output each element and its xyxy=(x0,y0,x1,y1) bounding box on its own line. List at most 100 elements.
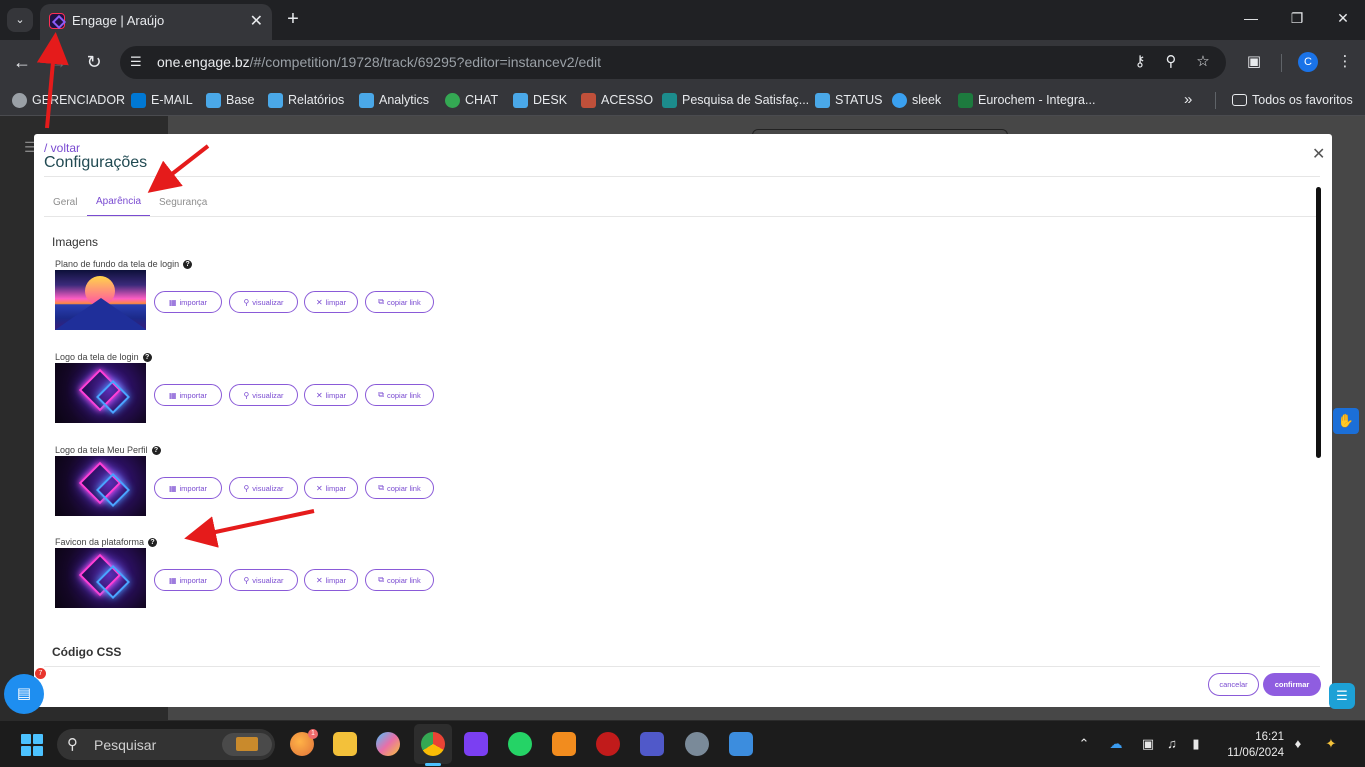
folder-open-icon: ▦ xyxy=(168,297,177,307)
more-bookmarks-icon[interactable]: » xyxy=(1184,91,1192,108)
search-icon: ⚲ xyxy=(243,390,250,400)
site-settings-icon[interactable]: ☰ xyxy=(130,54,142,70)
teams-icon[interactable] xyxy=(640,732,664,756)
copy-link-button[interactable]: ⧉ copiar link xyxy=(365,384,434,406)
stack-icon xyxy=(359,92,374,108)
help-icon[interactable]: ? xyxy=(151,445,161,455)
copilot-icon[interactable]: ✦ xyxy=(1322,736,1340,752)
copy-link-button-label: copiar link xyxy=(386,575,421,585)
tab-title: Engage | Araújo xyxy=(72,13,165,28)
browser-toolbar: ← → ↻ ☰ one.engage.bz/#/competition/1972… xyxy=(0,40,1365,84)
accessibility-hand-icon[interactable]: ✋ xyxy=(1333,408,1359,434)
clear-button[interactable]: ✕ limpar xyxy=(304,291,358,313)
bookmark-label: DESK xyxy=(533,93,568,107)
tab-geral[interactable]: Geral xyxy=(53,197,77,208)
sublime-text-icon[interactable] xyxy=(552,732,576,756)
import-button[interactable]: ▦ importar xyxy=(154,569,222,591)
bookmark-item[interactable]: DESK xyxy=(513,92,567,108)
taskbar-search-box[interactable]: ⚲ Pesquisar xyxy=(57,729,275,760)
password-key-icon[interactable]: ⚷ xyxy=(1130,52,1150,70)
forward-arrow-icon[interactable]: → xyxy=(47,51,69,73)
clear-button[interactable]: ✕ limpar xyxy=(304,477,358,499)
bookmark-item[interactable]: Analytics xyxy=(359,92,429,108)
paint-icon[interactable] xyxy=(376,732,400,756)
close-window-icon[interactable]: ✕ xyxy=(1333,10,1353,27)
heart-app-icon[interactable] xyxy=(464,732,488,756)
browser-tab[interactable]: Engage | Araújo ✕ xyxy=(40,4,272,40)
volume-icon[interactable]: ♫ xyxy=(1163,736,1181,751)
import-button[interactable]: ▦ importar xyxy=(154,384,222,406)
bookmark-label: sleek xyxy=(912,93,942,107)
bookmark-item[interactable]: GERENCIADOR xyxy=(12,92,125,108)
bookmark-item[interactable]: E-MAIL xyxy=(131,92,193,108)
bookmark-item[interactable]: sleek xyxy=(892,92,941,108)
profile-avatar[interactable]: C xyxy=(1298,52,1318,72)
back-arrow-icon[interactable]: ← xyxy=(11,51,33,73)
copy-icon: ⧉ xyxy=(378,390,384,399)
help-icon[interactable]: ? xyxy=(148,537,158,547)
close-modal-icon[interactable]: ✕ xyxy=(1312,144,1325,164)
bookmark-item[interactable]: Base xyxy=(206,92,255,108)
new-tab-button[interactable]: + xyxy=(283,8,303,30)
modal-scrollbar[interactable] xyxy=(1316,187,1321,458)
system-clock[interactable]: 16:21 11/06/2024 xyxy=(1218,729,1284,761)
view-button-label: visualizar xyxy=(252,297,284,307)
notification-bell-icon[interactable]: ♦ xyxy=(1289,736,1307,751)
copy-link-button[interactable]: ⧉ copiar link xyxy=(365,291,434,313)
browser-menu-icon[interactable]: ⋮ xyxy=(1335,52,1355,70)
shield-app-icon[interactable] xyxy=(596,732,620,756)
file-explorer-icon[interactable] xyxy=(333,732,357,756)
clock-time: 16:21 xyxy=(1255,731,1284,743)
address-bar[interactable]: ☰ one.engage.bz/#/competition/19728/trac… xyxy=(120,46,1226,79)
reload-icon[interactable]: ↻ xyxy=(83,51,105,73)
back-link[interactable]: / voltar xyxy=(44,141,80,155)
search-icon: ⚲ xyxy=(67,736,78,753)
view-button[interactable]: ⚲ visualizar xyxy=(229,569,298,591)
copy-link-button[interactable]: ⧉ copiar link xyxy=(365,569,434,591)
clear-button[interactable]: ✕ limpar xyxy=(304,384,358,406)
bookmark-item[interactable]: Relatórios xyxy=(268,92,344,108)
tab-seguranca[interactable]: Segurança xyxy=(159,197,207,208)
extensions-puzzle-icon[interactable]: ▣ xyxy=(1244,52,1264,70)
zoom-icon[interactable]: ⚲ xyxy=(1161,52,1181,70)
whatsapp-icon[interactable] xyxy=(508,732,532,756)
stack-widget-icon[interactable]: ☰ xyxy=(1329,683,1355,709)
cancel-button[interactable]: cancelar xyxy=(1208,673,1259,696)
battery-icon[interactable]: ▮ xyxy=(1187,736,1205,752)
bookmark-star-icon[interactable]: ☆ xyxy=(1193,52,1213,70)
windows-start-icon[interactable] xyxy=(21,734,43,756)
all-bookmarks-folder[interactable]: Todos os favoritos xyxy=(1232,92,1353,108)
restore-window-icon[interactable]: ❐ xyxy=(1287,10,1307,27)
import-button[interactable]: ▦ importar xyxy=(154,477,222,499)
outlook-icon xyxy=(131,92,146,108)
help-icon[interactable]: ? xyxy=(183,259,193,269)
view-button[interactable]: ⚲ visualizar xyxy=(229,384,298,406)
chrome-icon[interactable] xyxy=(421,732,445,756)
onedrive-cloud-icon[interactable]: ☁ xyxy=(1107,736,1125,752)
bookmark-item[interactable]: Eurochem - Integra... xyxy=(958,92,1095,108)
tab-aparencia[interactable]: Aparência xyxy=(96,196,141,207)
toolbar-divider xyxy=(1281,54,1282,72)
import-button[interactable]: ▦ importar xyxy=(154,291,222,313)
copy-link-button[interactable]: ⧉ copiar link xyxy=(365,477,434,499)
minimize-window-icon[interactable]: — xyxy=(1241,10,1261,26)
clear-button[interactable]: ✕ limpar xyxy=(304,569,358,591)
bookmark-item[interactable]: ACESSO xyxy=(581,92,653,108)
view-button[interactable]: ⚲ visualizar xyxy=(229,291,298,313)
bookmark-item[interactable]: CHAT xyxy=(445,92,498,108)
image-setting-label: Logo da tela Meu Perfil? xyxy=(55,445,161,455)
help-icon[interactable]: ? xyxy=(142,352,152,362)
settings-gear-icon[interactable] xyxy=(685,732,709,756)
s3-app-icon[interactable] xyxy=(729,732,753,756)
confirm-button[interactable]: confirmar xyxy=(1263,673,1321,696)
bookmark-item[interactable]: Pesquisa de Satisfaç... xyxy=(662,92,809,108)
tab-search-button[interactable]: ⌄ xyxy=(7,8,33,32)
login-background-thumbnail xyxy=(55,270,146,330)
image-setting-label: Favicon da plataforma? xyxy=(55,537,158,547)
view-button[interactable]: ⚲ visualizar xyxy=(229,477,298,499)
close-tab-icon[interactable]: ✕ xyxy=(250,11,263,31)
bookmark-item[interactable]: STATUS xyxy=(815,92,882,108)
chat-widget-button[interactable]: ▤ xyxy=(4,674,44,714)
show-hidden-icons-chevron-icon[interactable]: ⌃ xyxy=(1075,736,1093,752)
network-icon[interactable]: ▣ xyxy=(1139,736,1157,752)
